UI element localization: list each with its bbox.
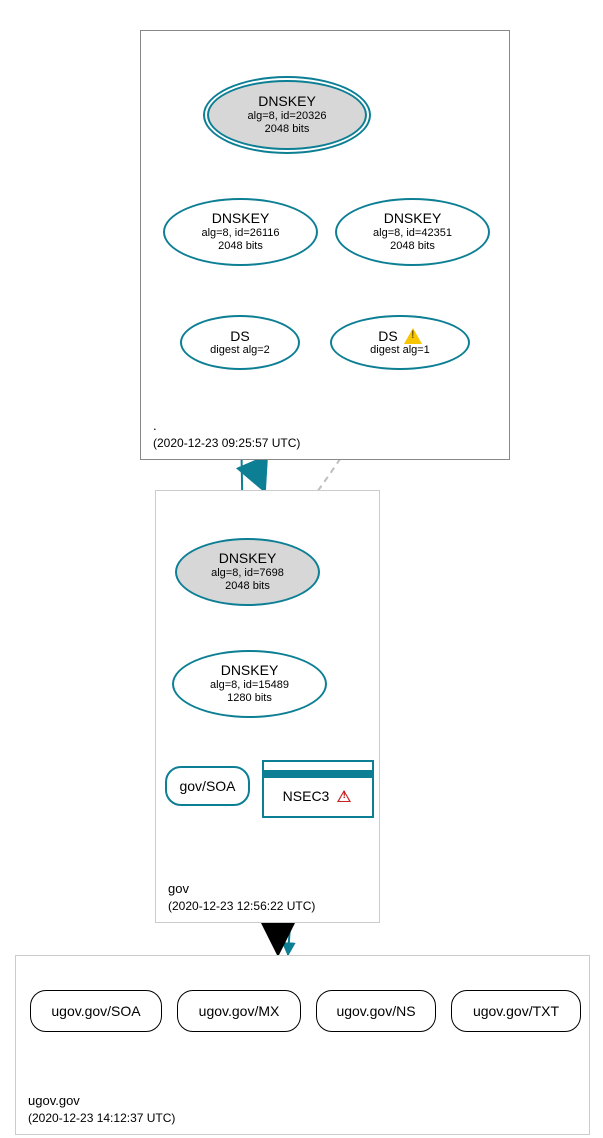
node-gov-zsk-l2: 1280 bits: [227, 692, 272, 705]
warning-red-icon: [335, 788, 353, 804]
node-root-ksk-l2: 2048 bits: [265, 123, 310, 136]
node-gov-ksk-l2: 2048 bits: [225, 580, 270, 593]
edge-zone-root-gov: [258, 460, 263, 487]
node-ugov-txt-label: ugov.gov/TXT: [473, 1003, 559, 1020]
node-ds1-l1: digest alg=2: [210, 344, 270, 357]
node-ugov-mx: ugov.gov/MX: [177, 990, 301, 1032]
node-root-zsk1-l1: alg=8, id=26116: [201, 227, 279, 240]
zone-root-name: .: [153, 417, 300, 435]
node-ds1: DS digest alg=2: [180, 315, 300, 370]
node-root-zsk2: DNSKEY alg=8, id=42351 2048 bits: [335, 198, 490, 266]
node-root-ksk: DNSKEY alg=8, id=20326 2048 bits: [207, 80, 367, 150]
node-ds2: DS digest alg=1: [330, 315, 470, 370]
zone-ugov-name: ugov.gov: [28, 1092, 175, 1110]
node-ugov-soa: ugov.gov/SOA: [30, 990, 162, 1032]
zone-gov-ts: (2020-12-23 12:56:22 UTC): [168, 898, 315, 914]
node-gov-zsk-title: DNSKEY: [221, 662, 279, 679]
node-nsec3: NSEC3: [262, 760, 374, 818]
node-gov-ksk: DNSKEY alg=8, id=7698 2048 bits: [175, 538, 320, 606]
node-gov-soa-label: gov/SOA: [179, 778, 235, 795]
recordbox-bar: [264, 770, 372, 778]
node-gov-ksk-title: DNSKEY: [219, 550, 277, 567]
node-ds2-title: DS: [378, 328, 397, 345]
node-ugov-ns: ugov.gov/NS: [316, 990, 436, 1032]
node-root-zsk2-l1: alg=8, id=42351: [373, 227, 452, 240]
zone-gov-label: gov (2020-12-23 12:56:22 UTC): [168, 880, 315, 914]
zone-root-label: . (2020-12-23 09:25:57 UTC): [153, 417, 300, 451]
node-ugov-ns-label: ugov.gov/NS: [336, 1003, 415, 1020]
node-ds2-l1: digest alg=1: [370, 344, 430, 357]
node-gov-soa: gov/SOA: [165, 766, 250, 806]
node-gov-zsk: DNSKEY alg=8, id=15489 1280 bits: [172, 650, 327, 718]
node-root-ksk-l1: alg=8, id=20326: [248, 110, 327, 123]
node-ds1-title: DS: [230, 328, 249, 345]
node-root-zsk2-title: DNSKEY: [384, 210, 442, 227]
node-gov-zsk-l1: alg=8, id=15489: [210, 679, 289, 692]
node-root-zsk1: DNSKEY alg=8, id=26116 2048 bits: [163, 198, 318, 266]
zone-gov-name: gov: [168, 880, 315, 898]
node-gov-ksk-l1: alg=8, id=7698: [211, 567, 284, 580]
node-nsec3-label: NSEC3: [283, 788, 330, 805]
node-ugov-txt: ugov.gov/TXT: [451, 990, 581, 1032]
node-root-ksk-title: DNSKEY: [258, 93, 316, 110]
node-ugov-soa-label: ugov.gov/SOA: [51, 1003, 140, 1020]
node-root-zsk1-title: DNSKEY: [212, 210, 270, 227]
node-root-zsk1-l2: 2048 bits: [218, 240, 263, 253]
node-ugov-mx-label: ugov.gov/MX: [199, 1003, 280, 1020]
diagram-canvas: . (2020-12-23 09:25:57 UTC) gov (2020-12…: [0, 0, 603, 1138]
zone-ugov-label: ugov.gov (2020-12-23 14:12:37 UTC): [28, 1092, 175, 1126]
zone-root-ts: (2020-12-23 09:25:57 UTC): [153, 435, 300, 451]
zone-ugov: ugov.gov (2020-12-23 14:12:37 UTC): [15, 955, 590, 1135]
node-root-zsk2-l2: 2048 bits: [390, 240, 435, 253]
zone-ugov-ts: (2020-12-23 14:12:37 UTC): [28, 1110, 175, 1126]
warning-yellow-icon: [404, 328, 422, 344]
